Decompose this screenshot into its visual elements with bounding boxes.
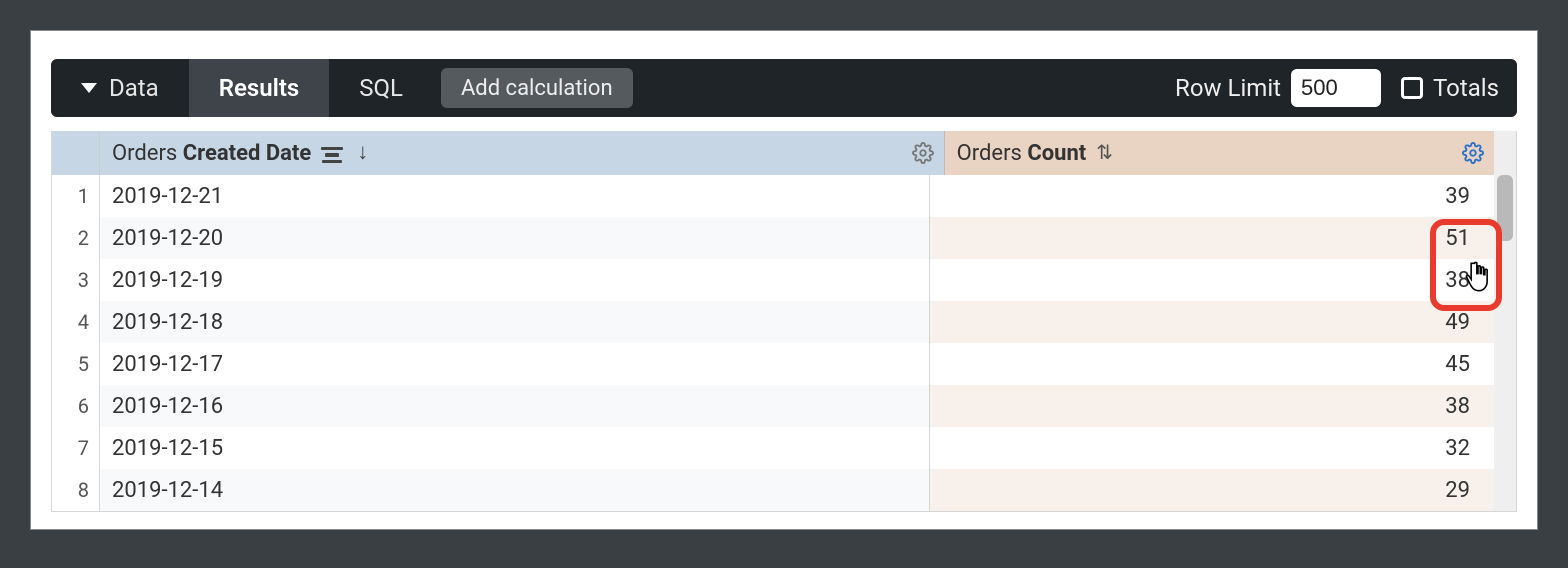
header-created-date[interactable]: Orders Created Date ↓ [100, 131, 945, 175]
table-row: 22019-12-2051 [52, 217, 1516, 259]
table-row: 62019-12-1638 [52, 385, 1516, 427]
tab-data-label: Data [109, 74, 159, 102]
scrollbar-track[interactable] [1494, 469, 1516, 511]
scrollbar-track[interactable] [1494, 427, 1516, 469]
row-limit-group: Row Limit [1175, 69, 1381, 107]
table-row: 82019-12-1429 [52, 469, 1516, 511]
data-toolbar: Data Results SQL Add calculation Row Lim… [51, 59, 1517, 117]
explore-panel: Data Results SQL Add calculation Row Lim… [30, 30, 1538, 530]
cell-created-date[interactable]: 2019-12-19 [100, 259, 930, 301]
cell-rownum: 3 [52, 259, 100, 301]
header-count[interactable]: Orders Count ⇅ [945, 131, 1494, 175]
cell-created-date[interactable]: 2019-12-20 [100, 217, 930, 259]
add-calculation-button[interactable]: Add calculation [441, 68, 633, 108]
table-row: 52019-12-1745 [52, 343, 1516, 385]
cell-created-date[interactable]: 2019-12-15 [100, 427, 930, 469]
tab-sql[interactable]: SQL [329, 59, 433, 117]
cell-count[interactable]: 32 [930, 427, 1494, 469]
cell-rownum: 8 [52, 469, 100, 511]
row-limit-input[interactable] [1291, 69, 1381, 107]
header-count-label: Orders Count [957, 141, 1087, 166]
scrollbar-track-header [1494, 131, 1516, 175]
totals-label: Totals [1433, 74, 1499, 102]
cell-rownum: 7 [52, 427, 100, 469]
totals-group[interactable]: Totals [1401, 74, 1499, 102]
scrollbar-thumb[interactable] [1497, 175, 1513, 241]
grid-header-row: Orders Created Date ↓ Orders Count ⇅ [52, 131, 1516, 175]
sort-desc-icon[interactable]: ↓ [357, 139, 368, 165]
tab-sql-label: SQL [359, 74, 403, 102]
cell-created-date[interactable]: 2019-12-18 [100, 301, 930, 343]
gear-icon-count[interactable] [1462, 142, 1484, 164]
cell-count[interactable]: 29 [930, 469, 1494, 511]
cell-created-date[interactable]: 2019-12-21 [100, 175, 930, 217]
results-grid: Orders Created Date ↓ Orders Count ⇅ [51, 131, 1517, 512]
cell-count[interactable]: 49 [930, 301, 1494, 343]
cell-rownum: 4 [52, 301, 100, 343]
header-rownum [52, 131, 100, 175]
grid-body: 12019-12-213922019-12-205132019-12-19384… [52, 175, 1516, 511]
row-limit-label: Row Limit [1175, 74, 1281, 102]
header-created-date-label: Orders Created Date [112, 141, 311, 166]
cell-created-date[interactable]: 2019-12-14 [100, 469, 930, 511]
scrollbar-track[interactable] [1494, 343, 1516, 385]
tab-results-label: Results [219, 74, 300, 102]
cell-count[interactable]: 38 [930, 259, 1494, 301]
cell-rownum: 6 [52, 385, 100, 427]
cell-count[interactable]: 45 [930, 343, 1494, 385]
scrollbar-track[interactable] [1494, 385, 1516, 427]
scrollbar-track[interactable] [1494, 301, 1516, 343]
cell-rownum: 1 [52, 175, 100, 217]
cell-count[interactable]: 51 [930, 217, 1494, 259]
sort-swap-icon[interactable]: ⇅ [1096, 140, 1113, 164]
gear-icon-date[interactable] [912, 142, 934, 164]
table-row: 72019-12-1532 [52, 427, 1516, 469]
totals-checkbox[interactable] [1401, 77, 1423, 99]
cell-created-date[interactable]: 2019-12-17 [100, 343, 930, 385]
caret-down-icon [81, 83, 97, 93]
scrollbar-track[interactable] [1494, 259, 1516, 301]
cell-created-date[interactable]: 2019-12-16 [100, 385, 930, 427]
cell-rownum: 5 [52, 343, 100, 385]
cell-count[interactable]: 39 [930, 175, 1494, 217]
table-row: 12019-12-2139 [52, 175, 1516, 217]
table-row: 32019-12-1938 [52, 259, 1516, 301]
cell-rownum: 2 [52, 217, 100, 259]
add-calculation-label: Add calculation [461, 76, 613, 101]
tab-results[interactable]: Results [189, 59, 330, 117]
pivot-icon[interactable] [321, 147, 343, 164]
tab-data[interactable]: Data [51, 59, 189, 117]
table-row: 42019-12-1849 [52, 301, 1516, 343]
cell-count[interactable]: 38 [930, 385, 1494, 427]
